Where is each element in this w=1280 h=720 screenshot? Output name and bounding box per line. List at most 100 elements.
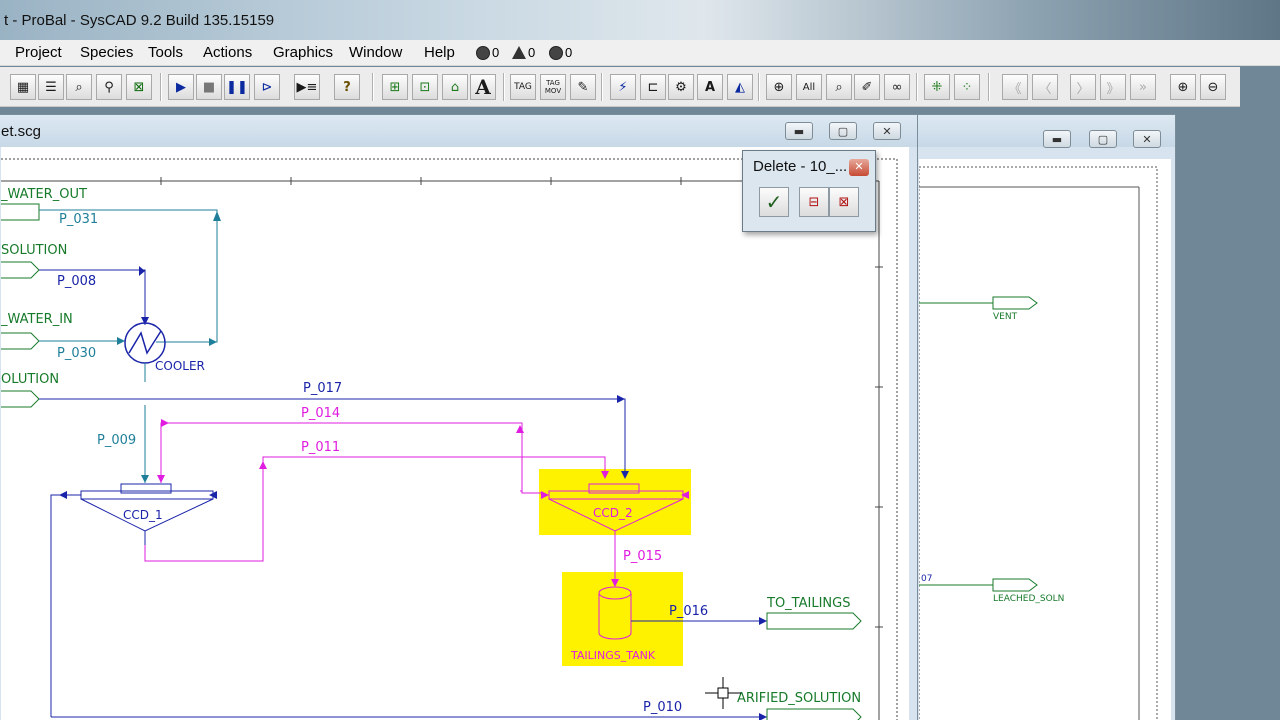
grid-snap-button[interactable]: ⁜ bbox=[924, 74, 950, 100]
water-in-feeder[interactable] bbox=[0, 332, 40, 350]
second-canvas[interactable]: VENT LEACHED_SOLN 07 bbox=[918, 159, 1171, 720]
delete-option-two-button[interactable]: ⊠ bbox=[829, 187, 859, 217]
zoom-all-button[interactable]: All bbox=[796, 74, 822, 100]
insert-link-icon: ⊡ bbox=[419, 79, 431, 95]
clarified-feeder[interactable] bbox=[766, 708, 862, 720]
close-button[interactable]: ✕ bbox=[873, 122, 901, 140]
edit-text-button[interactable]: A bbox=[697, 74, 723, 100]
delete-dialog-close-button[interactable]: ✕ bbox=[849, 159, 869, 176]
nav-prev-button[interactable]: 〈 bbox=[1032, 74, 1058, 100]
to-tailings-feeder[interactable] bbox=[766, 612, 862, 630]
stop-button[interactable]: ■ bbox=[196, 74, 222, 100]
nav-first-button[interactable]: 《 bbox=[1002, 74, 1028, 100]
symbol-button[interactable]: ◭ bbox=[727, 74, 753, 100]
binoculars-button[interactable]: ∞ bbox=[884, 74, 910, 100]
pencil-icon: ✐ bbox=[861, 79, 873, 95]
menu-help[interactable]: Help bbox=[424, 44, 455, 61]
grid-view-button[interactable]: ▦ bbox=[10, 74, 36, 100]
nav-end-button[interactable]: » bbox=[1130, 74, 1156, 100]
move-link-button[interactable]: ⊏ bbox=[640, 74, 666, 100]
warning-status[interactable]: 0 bbox=[512, 45, 535, 60]
zoom-window-button[interactable]: ⊕ bbox=[766, 74, 792, 100]
step-button[interactable]: ⊳ bbox=[254, 74, 280, 100]
close-icon: ✕ bbox=[854, 160, 864, 173]
next-icon: 〉 bbox=[1076, 81, 1090, 97]
menu-tools[interactable]: Tools bbox=[148, 44, 183, 61]
grid-show-button[interactable]: ⁘ bbox=[954, 74, 980, 100]
zoom-out-button[interactable]: ⊖ bbox=[1200, 74, 1226, 100]
check-icon: ✓ bbox=[765, 190, 783, 214]
zoom-in-button[interactable]: ⊕ bbox=[1170, 74, 1196, 100]
edit-graphic-button[interactable]: ✐ bbox=[854, 74, 880, 100]
clarified-label: ARIFIED_SOLUTION bbox=[737, 691, 861, 706]
solution2-feeder[interactable] bbox=[0, 390, 40, 408]
change-unit-button[interactable]: ⚙ bbox=[668, 74, 694, 100]
to-tailings-label: TO_TAILINGS bbox=[766, 596, 850, 611]
nav-next-button[interactable]: 〉 bbox=[1070, 74, 1096, 100]
text-icon: A bbox=[475, 75, 491, 99]
menu-actions[interactable]: Actions bbox=[203, 44, 252, 61]
maximize-button[interactable]: ▢ bbox=[829, 122, 857, 140]
p011-label: P_011 bbox=[301, 440, 340, 455]
insert-tank-button[interactable]: ⌂ bbox=[442, 74, 468, 100]
ccd1-label: CCD_1 bbox=[123, 508, 163, 522]
leached-feeder[interactable] bbox=[992, 578, 1038, 592]
delete-link-icon: ⊠ bbox=[838, 194, 850, 210]
run-button[interactable]: ▶ bbox=[168, 74, 194, 100]
insert-text-button[interactable]: A bbox=[470, 74, 496, 100]
step-icon: ⊳ bbox=[261, 79, 273, 95]
flowsheet-caption[interactable]: et.scg bbox=[0, 115, 917, 147]
syscad-app: t - ProBal - SysCAD 9.2 Build 135.15159 … bbox=[0, 0, 1280, 720]
minimize-button[interactable]: ▬ bbox=[785, 122, 813, 140]
help-icon: ? bbox=[343, 79, 351, 95]
vent-label: VENT bbox=[993, 312, 1018, 322]
vent-feeder[interactable] bbox=[992, 296, 1038, 310]
pause-button[interactable]: ❚❚ bbox=[224, 74, 250, 100]
connect-button[interactable]: ⚡ bbox=[610, 74, 636, 100]
menu-species[interactable]: Species bbox=[80, 44, 133, 61]
insert-link-button[interactable]: ⊡ bbox=[412, 74, 438, 100]
excel-button[interactable]: ⊠ bbox=[126, 74, 152, 100]
close-icon: ✕ bbox=[1142, 132, 1152, 146]
p009-label: P_009 bbox=[97, 433, 136, 448]
zoom-in-icon: ⊕ bbox=[1177, 79, 1189, 95]
nav-last-button[interactable]: 》 bbox=[1100, 74, 1126, 100]
grid-icon: ▦ bbox=[16, 79, 30, 95]
report-button[interactable]: ▶≡ bbox=[294, 74, 320, 100]
error-icon bbox=[476, 45, 490, 60]
grid-snap-icon: ⁜ bbox=[931, 79, 943, 95]
tag-move-button[interactable]: TAG MOV bbox=[540, 74, 566, 100]
delete-confirm-button[interactable]: ✓ bbox=[759, 187, 789, 217]
p014-label: P_014 bbox=[301, 406, 340, 421]
flowsheet-title: et.scg bbox=[1, 123, 42, 140]
tag-button[interactable]: TAG bbox=[510, 74, 536, 100]
list-view-button[interactable]: ☰ bbox=[38, 74, 64, 100]
cooler-unit[interactable] bbox=[124, 322, 166, 364]
second-maximize-button[interactable]: ▢ bbox=[1089, 130, 1117, 148]
title-bar[interactable]: t - ProBal - SysCAD 9.2 Build 135.15159 bbox=[0, 0, 1280, 40]
solution1-feeder[interactable] bbox=[0, 261, 40, 279]
p017-label: P_017 bbox=[303, 381, 342, 396]
menu-window[interactable]: Window bbox=[349, 44, 402, 61]
find-tag-button[interactable]: ⌕ bbox=[826, 74, 852, 100]
flowsheet-canvas[interactable]: _WATER_OUT P_031 SOLUTION P_008 _WATER_I… bbox=[0, 147, 909, 720]
find-button[interactable]: ⌕ bbox=[66, 74, 92, 100]
ccd2-label: CCD_2 bbox=[593, 506, 633, 520]
water-out-feeder[interactable] bbox=[0, 203, 40, 221]
insert-unit-button[interactable]: ⊞ bbox=[382, 74, 408, 100]
explore-button[interactable]: ⚲ bbox=[96, 74, 122, 100]
second-graphics-window[interactable]: ▬ ▢ ✕ VENT LEACHED_SOLN 07 bbox=[912, 114, 1176, 720]
pause-icon: ❚❚ bbox=[226, 79, 248, 95]
tag-annotate-button[interactable]: ✎ bbox=[570, 74, 596, 100]
help-button[interactable]: ? bbox=[334, 74, 360, 100]
tailings-tank-label: TAILINGS_TANK bbox=[570, 649, 656, 662]
error-status[interactable]: 0 bbox=[476, 45, 499, 60]
delete-option-one-button[interactable]: ⊟ bbox=[799, 187, 829, 217]
delete-dialog[interactable]: Delete - 10_... ✕ ✓ ⊟ ⊠ bbox=[742, 150, 876, 232]
second-minimize-button[interactable]: ▬ bbox=[1043, 130, 1071, 148]
menu-project[interactable]: Project bbox=[15, 44, 62, 61]
prev-icon: 〈 bbox=[1038, 81, 1052, 97]
second-close-button[interactable]: ✕ bbox=[1133, 130, 1161, 148]
message-status[interactable]: 0 bbox=[549, 45, 572, 60]
menu-graphics[interactable]: Graphics bbox=[273, 44, 333, 61]
